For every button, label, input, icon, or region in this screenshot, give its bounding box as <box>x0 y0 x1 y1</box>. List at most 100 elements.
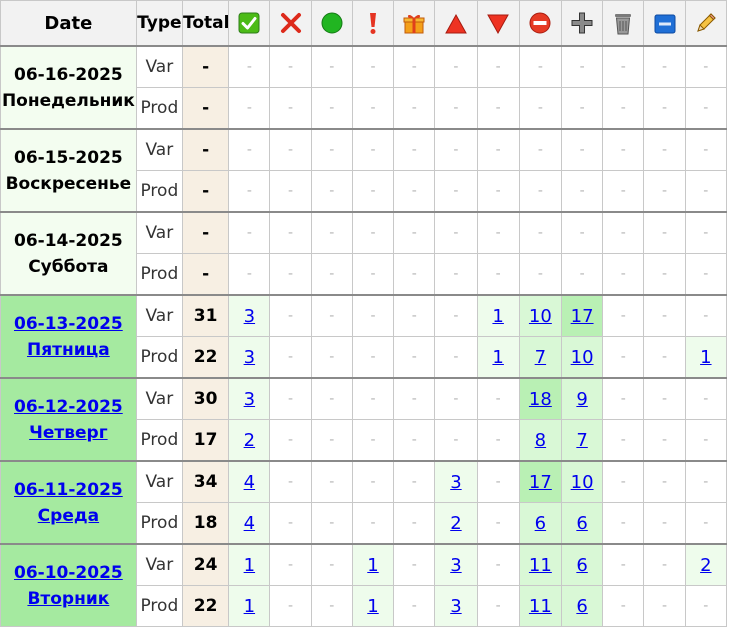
triangle-up-count-cell[interactable]: 2 <box>434 502 478 545</box>
date-link[interactable]: 06-13-2025 <box>14 314 123 334</box>
no-entry-count-cell[interactable]: 6 <box>518 502 562 545</box>
weekday-link[interactable]: Вторник <box>27 589 109 609</box>
count-link[interactable]: 6 <box>576 555 587 576</box>
triangle-up-count-cell[interactable]: 3 <box>434 460 478 503</box>
count-link[interactable]: 3 <box>450 472 461 493</box>
count-link[interactable]: 1 <box>244 555 255 576</box>
trash-column-header[interactable] <box>602 0 645 47</box>
count-link[interactable]: 1 <box>492 306 503 327</box>
count-link[interactable]: 10 <box>571 347 594 368</box>
no-entry-count-cell[interactable]: 11 <box>518 543 562 586</box>
triangle-up-column-header[interactable] <box>434 0 478 47</box>
no-entry-count-cell[interactable]: 18 <box>518 377 562 420</box>
no-entry-count-cell[interactable]: 7 <box>518 336 562 379</box>
date-cell[interactable]: 06-11-2025 Среда <box>0 460 137 545</box>
gift-column-header[interactable] <box>393 0 436 47</box>
trash-count-cell: - <box>602 87 645 130</box>
plus-column-header[interactable] <box>560 0 604 47</box>
triangle-down-count-cell[interactable]: 1 <box>476 294 520 337</box>
triangle-up-count-cell[interactable]: 3 <box>434 585 478 627</box>
plus-count-cell[interactable]: 6 <box>560 502 604 545</box>
exclamation-count-cell: - <box>351 253 395 296</box>
exclamation-count-cell[interactable]: 1 <box>351 585 395 627</box>
exclamation-count-cell: - <box>351 294 395 337</box>
count-link[interactable]: 1 <box>367 555 378 576</box>
count-link[interactable]: 1 <box>367 596 378 617</box>
count-link[interactable]: 7 <box>576 430 587 451</box>
x-count-cell: - <box>269 336 312 379</box>
count-link[interactable]: 2 <box>700 555 711 576</box>
date-cell[interactable]: 06-13-2025 Пятница <box>0 294 137 379</box>
plus-count-cell[interactable]: 10 <box>560 460 604 503</box>
no-entry-count-cell[interactable]: 17 <box>518 460 562 503</box>
type-cell: Prod <box>135 585 183 627</box>
count-link[interactable]: 11 <box>529 596 552 617</box>
count-link[interactable]: 2 <box>244 430 255 451</box>
count-link[interactable]: 8 <box>535 430 546 451</box>
date-cell[interactable]: 06-12-2025 Четверг <box>0 377 137 462</box>
no-entry-count-cell[interactable]: 11 <box>518 585 562 627</box>
triangle-up-count-cell[interactable]: 3 <box>434 543 478 586</box>
weekday-link[interactable]: Пятница <box>27 340 110 360</box>
check-count-cell[interactable]: 3 <box>228 294 271 337</box>
check-count-cell[interactable]: 1 <box>228 585 271 627</box>
new-badge-column-header[interactable] <box>643 0 686 47</box>
count-link[interactable]: 7 <box>535 347 546 368</box>
count-link[interactable]: 1 <box>244 596 255 617</box>
count-link[interactable]: 11 <box>529 555 552 576</box>
no-entry-column-header[interactable] <box>518 0 562 47</box>
count-link[interactable]: 2 <box>450 513 461 534</box>
count-link[interactable]: 3 <box>450 596 461 617</box>
total-column-header[interactable]: Total <box>181 0 230 47</box>
plus-count-cell[interactable]: 10 <box>560 336 604 379</box>
no-entry-count-cell[interactable]: 8 <box>518 419 562 462</box>
date-column-header[interactable]: Date <box>0 0 137 47</box>
weekday-link[interactable]: Среда <box>38 506 99 526</box>
check-count-cell[interactable]: 2 <box>228 419 271 462</box>
exclamation-column-header[interactable] <box>351 0 395 47</box>
check-count-cell[interactable]: 4 <box>228 502 271 545</box>
check-count-cell[interactable]: 4 <box>228 460 271 503</box>
plus-count-cell[interactable]: 7 <box>560 419 604 462</box>
date-link[interactable]: 06-12-2025 <box>14 397 123 417</box>
count-link[interactable]: 9 <box>576 389 587 410</box>
plus-count-cell[interactable]: 17 <box>560 294 604 337</box>
count-link[interactable]: 3 <box>244 306 255 327</box>
count-link[interactable]: 10 <box>571 472 594 493</box>
count-link[interactable]: 6 <box>535 513 546 534</box>
plus-count-cell[interactable]: 6 <box>560 543 604 586</box>
count-link[interactable]: 3 <box>244 347 255 368</box>
count-link[interactable]: 1 <box>492 347 503 368</box>
weekday-link[interactable]: Четверг <box>29 423 107 443</box>
plus-count-cell[interactable]: 6 <box>560 585 604 627</box>
exclamation-count-cell[interactable]: 1 <box>351 543 395 586</box>
triangle-down-column-header[interactable] <box>476 0 520 47</box>
check-column-header[interactable] <box>228 0 271 47</box>
x-column-header[interactable] <box>269 0 312 47</box>
date-link[interactable]: 06-10-2025 <box>14 563 123 583</box>
green-circle-column-header[interactable] <box>310 0 353 47</box>
date-link[interactable]: 06-11-2025 <box>14 480 123 500</box>
count-link[interactable]: 6 <box>576 513 587 534</box>
type-column-header[interactable]: Type <box>135 0 183 47</box>
count-link[interactable]: 10 <box>529 306 552 327</box>
count-link[interactable]: 6 <box>576 596 587 617</box>
plus-count-cell[interactable]: 9 <box>560 377 604 420</box>
count-link[interactable]: 17 <box>529 472 552 493</box>
count-link[interactable]: 4 <box>244 513 255 534</box>
pencil-count-cell[interactable]: 1 <box>684 336 728 379</box>
count-link[interactable]: 3 <box>450 555 461 576</box>
count-link[interactable]: 17 <box>571 306 594 327</box>
no-entry-count-cell[interactable]: 10 <box>518 294 562 337</box>
count-link[interactable]: 18 <box>529 389 552 410</box>
triangle-down-count-cell[interactable]: 1 <box>476 336 520 379</box>
count-link[interactable]: 4 <box>244 472 255 493</box>
date-cell[interactable]: 06-10-2025 Вторник <box>0 543 137 627</box>
check-count-cell[interactable]: 1 <box>228 543 271 586</box>
count-link[interactable]: 1 <box>700 347 711 368</box>
pencil-count-cell[interactable]: 2 <box>684 543 728 586</box>
check-count-cell[interactable]: 3 <box>228 336 271 379</box>
check-count-cell[interactable]: 3 <box>228 377 271 420</box>
count-link[interactable]: 3 <box>244 389 255 410</box>
pencil-column-header[interactable] <box>684 0 728 47</box>
